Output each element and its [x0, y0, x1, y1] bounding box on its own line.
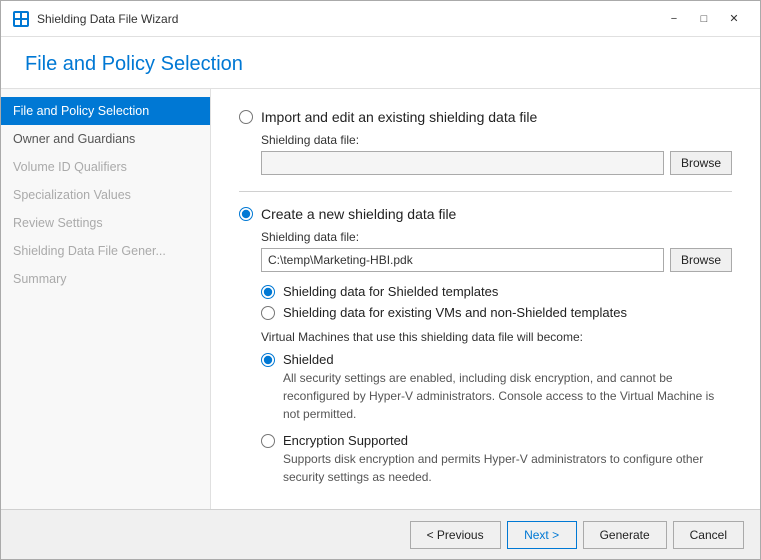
sidebar-item-owner-guardians[interactable]: Owner and Guardians: [1, 125, 210, 153]
vm-encryption-desc: Supports disk encryption and permits Hyp…: [283, 450, 732, 486]
create-browse-button[interactable]: Browse: [670, 248, 732, 272]
maximize-button[interactable]: □: [690, 9, 718, 29]
vm-encryption-radio[interactable]: [261, 434, 275, 448]
title-bar: Shielding Data File Wizard − □ ✕: [1, 1, 760, 37]
vm-become-label: Virtual Machines that use this shielding…: [261, 330, 732, 344]
import-field-label: Shielding data file:: [261, 133, 732, 147]
vm-encryption-header: Encryption Supported: [261, 433, 732, 448]
import-input-row: Browse: [261, 151, 732, 175]
create-radio[interactable]: [239, 207, 253, 221]
vm-shielded-desc: All security settings are enabled, inclu…: [283, 369, 732, 423]
sidebar-item-file-policy[interactable]: File and Policy Selection: [1, 97, 210, 125]
create-file-input[interactable]: [261, 248, 664, 272]
previous-button[interactable]: < Previous: [410, 521, 501, 549]
create-input-row: Browse: [261, 248, 732, 272]
template-existing-row: Shielding data for existing VMs and non-…: [261, 305, 732, 320]
section-divider: [239, 191, 732, 192]
title-bar-left: Shielding Data File Wizard: [13, 11, 178, 27]
sidebar-item-specialization: Specialization Values: [1, 181, 210, 209]
app-icon: [13, 11, 29, 27]
vm-shielded-label[interactable]: Shielded: [283, 352, 334, 367]
next-button[interactable]: Next >: [507, 521, 577, 549]
create-radio-row: Create a new shielding data file: [239, 206, 732, 222]
template-shielded-radio[interactable]: [261, 285, 275, 299]
window: Shielding Data File Wizard − □ ✕ File an…: [0, 0, 761, 560]
generate-button[interactable]: Generate: [583, 521, 667, 549]
minimize-button[interactable]: −: [660, 9, 688, 29]
import-radio-row: Import and edit an existing shielding da…: [239, 109, 732, 125]
create-field-label: Shielding data file:: [261, 230, 732, 244]
template-shielded-row: Shielding data for Shielded templates: [261, 284, 732, 299]
cancel-button[interactable]: Cancel: [673, 521, 744, 549]
vm-shielded-radio[interactable]: [261, 353, 275, 367]
close-button[interactable]: ✕: [720, 9, 748, 29]
vm-shielded-header: Shielded: [261, 352, 732, 367]
template-existing-label[interactable]: Shielding data for existing VMs and non-…: [283, 305, 627, 320]
template-shielded-label[interactable]: Shielding data for Shielded templates: [283, 284, 498, 299]
sidebar: File and Policy Selection Owner and Guar…: [1, 89, 211, 509]
vm-encryption-label[interactable]: Encryption Supported: [283, 433, 408, 448]
import-browse-button[interactable]: Browse: [670, 151, 732, 175]
create-label[interactable]: Create a new shielding data file: [261, 206, 456, 222]
create-section: Create a new shielding data file Shieldi…: [239, 206, 732, 486]
sidebar-item-review: Review Settings: [1, 209, 210, 237]
content-area: File and Policy Selection Owner and Guar…: [1, 89, 760, 509]
import-radio[interactable]: [239, 110, 253, 124]
title-bar-controls: − □ ✕: [660, 9, 748, 29]
sidebar-item-shielding-gen: Shielding Data File Gener...: [1, 237, 210, 265]
template-existing-radio[interactable]: [261, 306, 275, 320]
window-title: Shielding Data File Wizard: [37, 12, 178, 26]
import-file-input[interactable]: [261, 151, 664, 175]
import-section: Import and edit an existing shielding da…: [239, 109, 732, 175]
sidebar-item-summary: Summary: [1, 265, 210, 293]
page-title: File and Policy Selection: [25, 53, 736, 76]
page-header: File and Policy Selection: [1, 37, 760, 89]
import-label[interactable]: Import and edit an existing shielding da…: [261, 109, 537, 125]
sidebar-item-volume-id: Volume ID Qualifiers: [1, 153, 210, 181]
vm-encryption-option: Encryption Supported Supports disk encry…: [261, 433, 732, 486]
vm-shielded-option: Shielded All security settings are enabl…: [261, 352, 732, 423]
footer: < Previous Next > Generate Cancel: [1, 509, 760, 559]
main-content: Import and edit an existing shielding da…: [211, 89, 760, 509]
template-type-section: Shielding data for Shielded templates Sh…: [261, 284, 732, 320]
